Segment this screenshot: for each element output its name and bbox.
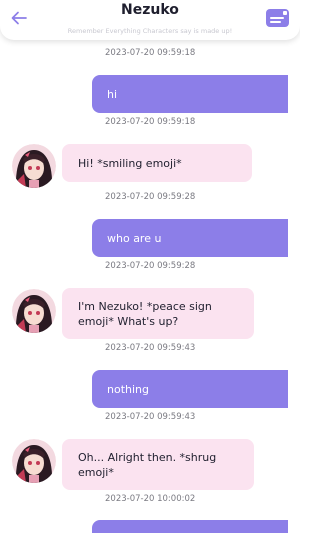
menu-icon-line [270,21,281,23]
character-avatar-image [12,439,56,483]
user-message-bubble[interactable]: nothing [92,370,288,408]
message-text: Hi! *smiling emoji* [78,156,182,170]
user-message-bubble[interactable]: hi [92,75,288,113]
chat-menu-button[interactable] [266,9,289,27]
user-message-bubble[interactable]: who are u [92,219,288,257]
message-text: who are u [107,231,162,245]
avatar [12,289,56,333]
message-timestamp: 2023-07-20 09:59:18 [105,117,196,127]
chat-header: Nezuko Remember Everything Characters sa… [0,0,300,40]
user-message-bubble[interactable] [92,520,288,533]
chat-screen: Nezuko Remember Everything Characters sa… [0,0,300,533]
page-title: Nezuko [121,2,179,18]
bot-message-bubble[interactable]: Oh... Alright then. *shrug emoji* [62,439,254,490]
character-avatar-image [12,144,56,188]
menu-icon-dot [283,11,287,15]
message-text: I'm Nezuko! *peace sign emoji* What's up… [78,299,212,328]
message-timestamp: 2023-07-20 09:59:28 [105,192,196,202]
message-text: Oh... Alright then. *shrug emoji* [78,450,217,479]
bot-message-bubble[interactable]: Hi! *smiling emoji* [62,144,252,182]
avatar [12,439,56,483]
menu-icon-line [270,17,284,19]
bot-message-bubble[interactable]: I'm Nezuko! *peace sign emoji* What's up… [62,288,254,339]
message-text: hi [107,87,118,101]
message-timestamp: 2023-07-20 09:59:43 [105,343,196,353]
message-timestamp: 2023-07-20 09:59:18 [105,48,196,58]
message-timestamp: 2023-07-20 09:59:43 [105,412,196,422]
message-timestamp: 2023-07-20 10:00:02 [105,494,196,504]
avatar [12,144,56,188]
character-avatar-image [12,289,56,333]
disclaimer-text: Remember Everything Characters say is ma… [67,27,233,35]
message-timestamp: 2023-07-20 09:59:28 [105,261,196,271]
message-text: nothing [107,382,149,396]
